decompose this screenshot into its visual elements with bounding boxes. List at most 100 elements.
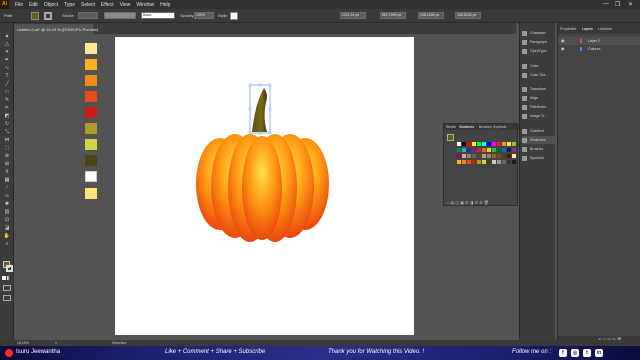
menu-window[interactable]: Window [136, 2, 154, 8]
swatch-cell[interactable] [502, 142, 506, 146]
swatch-cell[interactable] [457, 148, 461, 152]
swatch-cell[interactable] [487, 148, 491, 152]
swatch-cell[interactable] [507, 160, 511, 164]
swatch-cell[interactable] [467, 142, 471, 146]
bbox-handle[interactable] [268, 131, 272, 135]
scale-tool-icon[interactable]: ⤡ [3, 129, 11, 135]
width-tool-icon[interactable]: ⋈ [3, 137, 11, 143]
swatch-cell[interactable] [507, 154, 511, 158]
swatch-cell[interactable] [497, 160, 501, 164]
menu-select[interactable]: Select [81, 2, 95, 8]
dock-image-trace[interactable]: Image Tr... [522, 112, 556, 120]
pumpkin-artwork[interactable] [190, 78, 335, 244]
rotate-tool-icon[interactable]: ↻ [3, 121, 11, 127]
color-chip[interactable] [85, 123, 97, 134]
dock-opentype[interactable]: OpenType [522, 47, 556, 55]
swatch-cell[interactable] [497, 148, 501, 152]
brush-definition-field[interactable]: Basic [141, 12, 175, 19]
tab-symbols[interactable]: Symbols [493, 125, 506, 129]
dock-color-guide[interactable]: Color Gui... [522, 71, 556, 79]
swatch-cell[interactable] [457, 142, 461, 146]
swatch-panel-buttons[interactable]: ⌂ ▤ ◱ ▣ ⊞ ◨ ☰ ⊕ 🗑 [447, 200, 489, 205]
graphic-style-swatch[interactable] [230, 12, 238, 20]
dock-pathfinder[interactable]: Pathfinder [522, 103, 556, 111]
gradient-mode-icon[interactable] [7, 276, 11, 280]
swatch-cell[interactable] [467, 148, 471, 152]
swatch-cell[interactable] [512, 160, 516, 164]
swatch-cell[interactable] [467, 154, 471, 158]
eye-icon[interactable]: ◉ [561, 45, 565, 53]
panel-fill-swatch[interactable] [447, 134, 454, 141]
swatch-cell[interactable] [507, 148, 511, 152]
line-tool-icon[interactable]: ╱ [3, 81, 11, 87]
screen-mode-icon[interactable] [3, 295, 11, 301]
swatch-cell[interactable] [487, 160, 491, 164]
stroke-color-box[interactable] [6, 265, 13, 272]
swatch-cell[interactable] [487, 142, 491, 146]
swatch-cell[interactable] [462, 148, 466, 152]
menu-help[interactable]: Help [160, 2, 170, 8]
magic-wand-tool-icon[interactable]: ✦ [3, 49, 11, 55]
bbox-handle[interactable] [248, 131, 252, 135]
swatch-cell[interactable] [472, 148, 476, 152]
color-chip[interactable] [85, 91, 97, 102]
color-mode-icon[interactable] [2, 276, 6, 280]
bbox-handle[interactable] [268, 83, 272, 87]
dock-color[interactable]: Color [522, 62, 556, 70]
menu-effect[interactable]: Effect [101, 2, 114, 8]
stroke-weight-field[interactable] [78, 12, 98, 19]
menu-edit[interactable]: Edit [29, 2, 38, 8]
swatch-cell[interactable] [482, 148, 486, 152]
menu-type[interactable]: Type [64, 2, 75, 8]
eye-icon[interactable]: ◉ [561, 37, 565, 45]
swatch-cell[interactable] [462, 154, 466, 158]
shape-builder-tool-icon[interactable]: ⊕ [3, 153, 11, 159]
swatch-cell[interactable] [502, 160, 506, 164]
zoom-level[interactable]: 16.19% [17, 341, 29, 345]
direct-selection-tool-icon[interactable]: △ [3, 41, 11, 47]
x-field[interactable]: 1211.31 px [340, 12, 366, 19]
artboard-number[interactable]: 1 [55, 341, 57, 345]
swatch-cell[interactable] [477, 142, 481, 146]
color-chip[interactable] [85, 43, 97, 54]
facebook-icon[interactable]: f [559, 349, 567, 357]
bbox-handle[interactable] [248, 107, 252, 111]
selection-tool-icon[interactable]: ▲ [3, 33, 11, 39]
tab-properties[interactable]: Properties [560, 27, 576, 31]
hand-tool-icon[interactable]: ✋ [3, 233, 11, 239]
bbox-handle[interactable] [258, 83, 262, 87]
opacity-field[interactable]: 100% [194, 12, 214, 19]
swatch-cell[interactable] [472, 160, 476, 164]
artboard-tool-icon[interactable]: ⊡ [3, 217, 11, 223]
twitter-icon[interactable]: t [583, 349, 591, 357]
draw-mode-icon[interactable] [3, 285, 11, 291]
document-tab[interactable]: Untitled-1.ai* @ 16.19 % (RGB/CPU Previe… [14, 24, 98, 34]
tab-layers[interactable]: Layers [582, 27, 593, 31]
swatch-cell[interactable] [482, 160, 486, 164]
swatch-cell[interactable] [497, 154, 501, 158]
swatch-cell[interactable] [477, 154, 481, 158]
graph-tool-icon[interactable]: ▥ [3, 209, 11, 215]
color-chip[interactable] [85, 107, 97, 118]
menu-file[interactable]: File [15, 2, 23, 8]
tab-stroke[interactable]: Stroke [446, 125, 456, 129]
bbox-handle[interactable] [258, 131, 262, 135]
mesh-tool-icon[interactable]: # [3, 169, 11, 175]
swatch-cell[interactable] [492, 148, 496, 152]
dock-brushes[interactable]: Brushes [522, 145, 556, 153]
color-chip[interactable] [85, 59, 97, 70]
dock-transform[interactable]: Transform [522, 85, 556, 93]
w-field[interactable]: 108.1205 px [418, 12, 444, 19]
swatch-cell[interactable] [512, 148, 516, 152]
swatch-cell[interactable] [492, 154, 496, 158]
color-chip[interactable] [85, 139, 97, 150]
type-tool-icon[interactable]: T [3, 73, 11, 79]
swatch-cell[interactable] [482, 154, 486, 158]
dock-swatches[interactable]: Swatches [522, 136, 556, 144]
menu-view[interactable]: View [120, 2, 131, 8]
tab-swatches[interactable]: Swatches [459, 125, 474, 129]
swatch-cell[interactable] [507, 142, 511, 146]
blend-tool-icon[interactable]: ∞ [3, 193, 11, 199]
color-chip[interactable] [85, 188, 97, 199]
tab-libraries[interactable]: Libraries [598, 27, 612, 31]
